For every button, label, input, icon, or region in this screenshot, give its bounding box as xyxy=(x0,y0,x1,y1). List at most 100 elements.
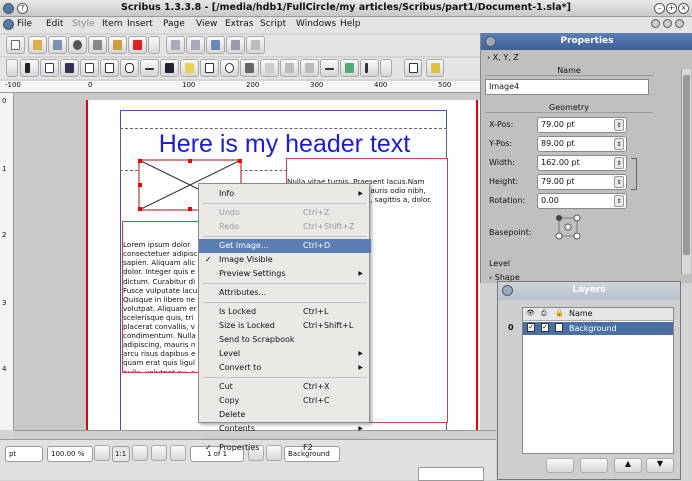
pdf-ok-icon[interactable] xyxy=(404,59,422,77)
edit-contents-icon[interactable] xyxy=(240,59,259,77)
scrollbar-thumb[interactable] xyxy=(683,75,690,255)
rotation-field[interactable]: 0.00 ⇕ xyxy=(537,193,627,209)
freehand-icon[interactable] xyxy=(180,59,199,77)
menu-insert[interactable]: Insert xyxy=(127,19,153,29)
menu-style[interactable]: Style xyxy=(72,19,95,29)
locked-checkbox[interactable] xyxy=(555,323,563,332)
zoom-out-icon[interactable] xyxy=(94,445,110,461)
name-field[interactable]: Image4 xyxy=(485,79,649,95)
menu-item-send-to-scrapbook[interactable]: Send to Scrapbook xyxy=(199,333,371,347)
menu-extras[interactable]: Extras xyxy=(225,19,253,29)
shape-icon[interactable] xyxy=(100,59,119,77)
zoom-icon[interactable] xyxy=(220,59,239,77)
zoom-field[interactable]: 100.00 % xyxy=(47,446,93,462)
menu-file[interactable]: File xyxy=(17,19,32,29)
raise-layer-icon[interactable]: ▲ xyxy=(614,458,642,473)
rotate-icon[interactable] xyxy=(200,59,219,77)
basepoint-grid-icon[interactable] xyxy=(553,213,585,243)
menu-edit[interactable]: Edit xyxy=(46,19,63,29)
save-icon[interactable] xyxy=(48,36,67,54)
table-icon[interactable] xyxy=(80,59,99,77)
menu-item-is-locked[interactable]: Is Locked Ctrl+L xyxy=(199,305,371,319)
menu-item-info[interactable]: Info ▶ xyxy=(199,187,371,201)
menu-script[interactable]: Script xyxy=(260,19,286,29)
menu-item-convert-to[interactable]: Convert to ▶ xyxy=(199,361,371,375)
doc-restore-icon[interactable] xyxy=(663,19,672,28)
close-icon[interactable]: × xyxy=(678,3,689,14)
left-text-frame[interactable]: Lorem ipsum dolor consectetuer adipisc sap… xyxy=(122,221,202,373)
menu-item-label: Redo xyxy=(219,222,240,231)
line-icon[interactable] xyxy=(140,59,159,77)
paste-icon[interactable] xyxy=(246,36,265,54)
open-icon[interactable] xyxy=(28,36,47,54)
menu-view[interactable]: View xyxy=(196,19,217,29)
delete-layer-icon[interactable] xyxy=(580,458,608,473)
unlink-frames-icon[interactable] xyxy=(300,59,319,77)
menu-item-delete[interactable]: Delete xyxy=(199,408,371,422)
text-frame-icon[interactable] xyxy=(40,59,59,77)
bezier-icon[interactable] xyxy=(160,59,179,77)
height-field[interactable]: 79.00 pt ⇕ xyxy=(537,174,627,190)
maximize-icon[interactable]: + xyxy=(666,3,677,14)
menu-item-copy[interactable]: Copy Ctrl+C xyxy=(199,394,371,408)
link-proportions-icon[interactable] xyxy=(631,158,637,190)
new-layer-icon[interactable] xyxy=(546,458,574,473)
menu-item-size-is-locked[interactable]: Size is Locked Ctrl+Shift+L xyxy=(199,319,371,333)
redo-icon[interactable] xyxy=(186,36,205,54)
menu-item-attributes[interactable]: Attributes... xyxy=(199,286,371,300)
chevron-down-icon[interactable] xyxy=(148,36,160,54)
previous-page-icon[interactable] xyxy=(170,445,186,461)
link-frames-icon[interactable] xyxy=(280,59,299,77)
properties-scrollbar[interactable] xyxy=(681,69,691,274)
doc-close-icon[interactable] xyxy=(675,19,684,28)
toolbar-grip-icon[interactable] xyxy=(6,59,18,77)
vertical-ruler[interactable]: 0 1 2 3 4 xyxy=(0,93,14,430)
minimize-icon[interactable]: – xyxy=(654,3,665,14)
new-document-icon[interactable] xyxy=(6,36,25,54)
measure-icon[interactable] xyxy=(320,59,339,77)
menu-item-cut[interactable]: Cut Ctrl+X xyxy=(199,380,371,394)
ypos-field[interactable]: 89.00 pt ⇕ xyxy=(537,136,627,152)
pdf-field-icon[interactable] xyxy=(426,59,444,77)
tab-xyz[interactable]: › X, Y, Z xyxy=(487,53,519,62)
select-item-icon[interactable] xyxy=(20,59,39,77)
layer-row[interactable]: ✓ ✓ Background xyxy=(523,322,673,335)
lower-layer-icon[interactable]: ▼ xyxy=(646,458,674,473)
doc-minimize-icon[interactable] xyxy=(651,19,660,28)
menu-item-redo[interactable]: Redo Ctrl+Shift+Z xyxy=(199,220,371,234)
cut-icon[interactable] xyxy=(206,36,225,54)
preflight-icon[interactable] xyxy=(108,36,127,54)
copy-properties-icon[interactable] xyxy=(340,59,359,77)
print-icon[interactable] xyxy=(88,36,107,54)
export-pdf-icon[interactable] xyxy=(128,36,147,54)
width-field[interactable]: 162.00 pt ⇕ xyxy=(537,155,627,171)
menu-item[interactable]: Item xyxy=(102,19,123,29)
eyedropper-icon[interactable] xyxy=(360,59,379,77)
undo-icon[interactable] xyxy=(166,36,185,54)
chevron-down-icon[interactable] xyxy=(380,59,392,77)
printable-checkbox[interactable]: ✓ xyxy=(541,323,549,332)
menu-item-properties[interactable]: ✓ Properties F2 xyxy=(199,441,371,455)
polygon-icon[interactable] xyxy=(120,59,139,77)
menu-item-undo[interactable]: Undo Ctrl+Z xyxy=(199,206,371,220)
menu-item-get-image[interactable]: Get Image... Ctrl+D xyxy=(199,239,371,253)
menu-item-level[interactable]: Level ▶ xyxy=(199,347,371,361)
xpos-field[interactable]: 79.00 pt ⇕ xyxy=(537,117,627,133)
image-frame-icon[interactable] xyxy=(60,59,79,77)
copy-icon[interactable] xyxy=(226,36,245,54)
menu-page[interactable]: Page xyxy=(163,19,185,29)
close-document-icon[interactable] xyxy=(68,36,87,54)
visible-checkbox[interactable]: ✓ xyxy=(527,323,535,332)
edit-text-icon[interactable] xyxy=(260,59,279,77)
ruler-label: 0 xyxy=(2,97,7,105)
horizontal-ruler[interactable]: -100 0 100 200 300 400 500 xyxy=(0,81,480,93)
unit-select[interactable]: pt xyxy=(5,446,43,462)
menu-item-image-visible[interactable]: ✓ Image Visible xyxy=(199,253,371,267)
zoom-in-icon[interactable] xyxy=(132,445,148,461)
menu-help[interactable]: Help xyxy=(340,19,361,29)
menu-windows[interactable]: Windows xyxy=(296,19,336,29)
menu-item-contents[interactable]: Contents ▶ xyxy=(199,422,371,436)
first-page-icon[interactable] xyxy=(151,445,167,461)
zoom-1to1-button[interactable]: 1:1 xyxy=(112,446,130,462)
menu-item-preview-settings[interactable]: Preview Settings ▶ xyxy=(199,267,371,281)
